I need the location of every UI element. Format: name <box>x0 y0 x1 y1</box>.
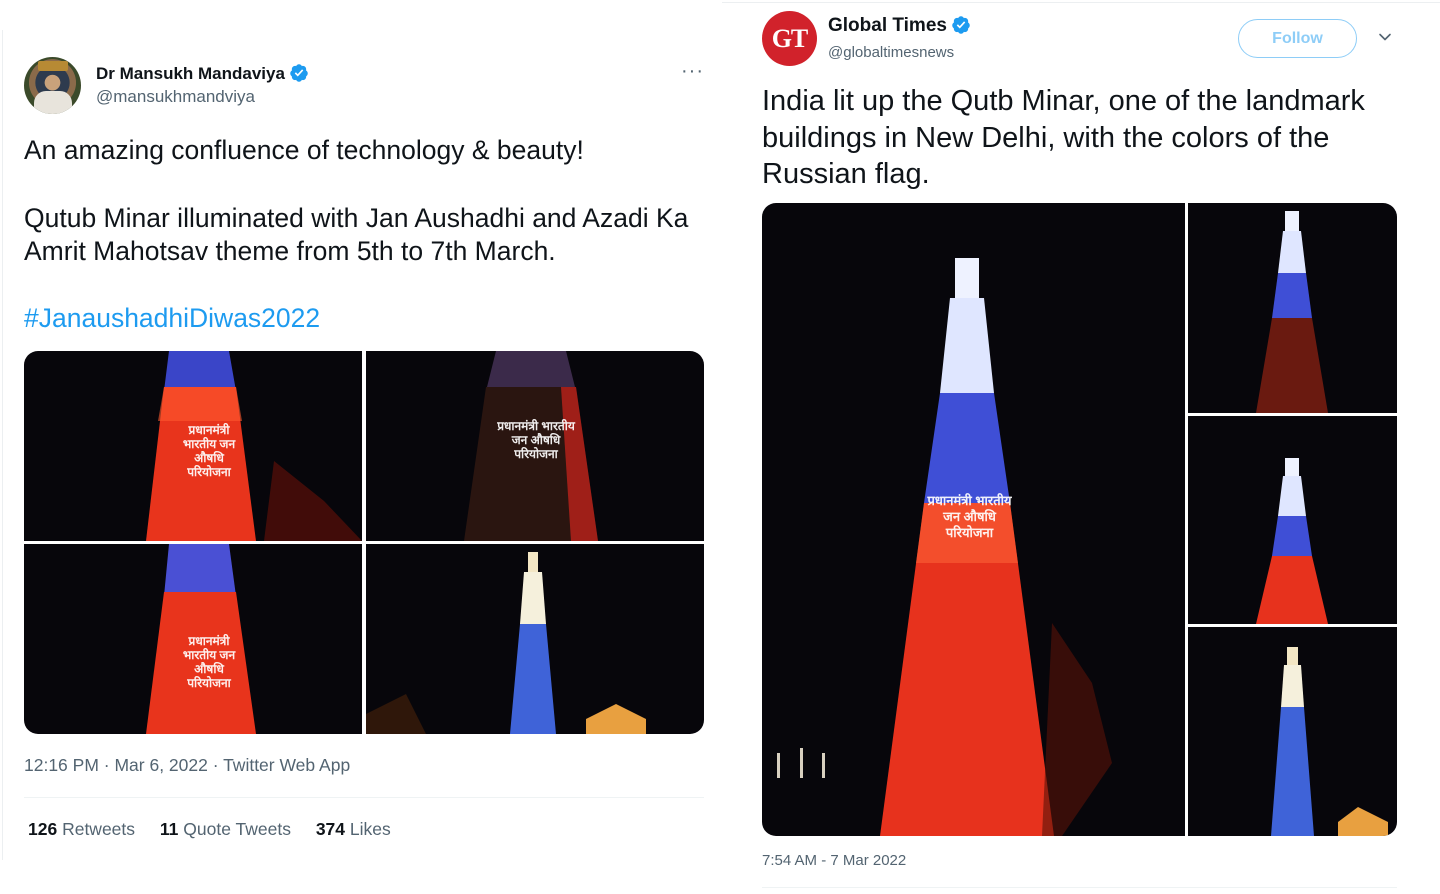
likes-count: 374 <box>315 819 346 839</box>
card-border <box>2 30 3 860</box>
projection-text-2: प्रधानमंत्री भारतीय जन औषधि परियोजना <box>497 419 575 461</box>
tweet-timestamp[interactable]: 12:16 PM · Mar 6, 2022 · Twitter Web App <box>24 755 350 776</box>
projection-text: प्रधानमंत्री भारतीय जन औषधि परियोजना <box>182 423 236 479</box>
retweets-stat[interactable]: 126 Retweets <box>28 819 135 839</box>
tweet-card-global-times: GT Global Times @globaltimesnews Follow … <box>722 0 1440 894</box>
tweet-card-mandaviya: Dr Mansukh Mandaviya @mansukhmandviya ··… <box>0 0 722 894</box>
media-photo-2[interactable]: प्रधानमंत्री भारतीय जन औषधि परियोजना <box>366 351 704 541</box>
follow-button[interactable]: Follow <box>1238 19 1357 58</box>
projection-text: प्रधानमंत्री भारतीय जन औषधि परियोजना <box>927 493 1012 540</box>
media-photo-3[interactable] <box>1188 416 1397 624</box>
projection-text-3: प्रधानमंत्री भारतीय जन औषधि परियोजना <box>182 634 236 690</box>
verified-badge-icon <box>952 16 970 34</box>
divider <box>762 887 1397 888</box>
verified-badge-icon <box>290 64 308 82</box>
tweet-text: India lit up the Qutb Minar, one of the … <box>762 85 1365 190</box>
tweet-text-paragraph: Qutub Minar illuminated with Jan Aushadh… <box>24 203 689 266</box>
media-photo-4[interactable] <box>1188 627 1397 836</box>
author-name[interactable]: Global Times <box>828 15 947 36</box>
media-photo-1[interactable]: प्रधानमंत्री भारतीय जन औषधि परियोजना <box>762 203 1185 836</box>
hashtag-link[interactable]: #JanaushadhiDiwas2022 <box>24 303 320 334</box>
likes-label: Likes <box>349 819 391 839</box>
qutb-minar-photo-small-1 <box>1256 211 1328 413</box>
media-photo-2[interactable] <box>1188 203 1397 413</box>
quote-tweets-stat[interactable]: 11 Quote Tweets <box>160 819 291 839</box>
tweet-timestamp[interactable]: 7:54 AM - 7 Mar 2022 <box>762 852 906 869</box>
quote-tweets-label: Quote Tweets <box>183 819 291 839</box>
media-photo-3[interactable]: प्रधानमंत्री भारतीय जन औषधि परियोजना <box>24 544 362 734</box>
avatar-gt-logo: GT <box>771 24 809 53</box>
tweet-text-line1: An amazing confluence of technology & be… <box>24 135 584 165</box>
media-grid: प्रधानमंत्री भारतीय जन औषधि परियोजना प्र… <box>24 351 704 734</box>
author-name-row[interactable]: Global Times <box>828 15 971 37</box>
chevron-down-icon[interactable] <box>1378 30 1392 44</box>
author-name[interactable]: Dr Mansukh Mandaviya <box>96 64 285 83</box>
avatar-nameplate <box>38 61 68 71</box>
avatar-gt[interactable]: GT <box>762 11 817 66</box>
divider <box>24 797 704 798</box>
qutub-minar-blue-photo <box>366 552 646 734</box>
avatar-figure <box>34 91 72 114</box>
quote-tweets-count: 11 <box>159 819 179 839</box>
media-photo-1[interactable]: प्रधानमंत्री भारतीय जन औषधि परियोजना <box>24 351 362 541</box>
tweet-stats: 126 Retweets 11 Quote Tweets 374 Likes <box>28 819 411 840</box>
retweets-count: 126 <box>28 819 58 839</box>
avatar[interactable] <box>24 57 81 114</box>
more-options-icon[interactable]: ··· <box>681 60 704 83</box>
qutb-minar-photo-small-3 <box>1271 647 1388 836</box>
qutb-minar-photo-small-2 <box>1256 458 1328 624</box>
author-handle[interactable]: @mansukhmandviya <box>96 87 255 107</box>
retweets-label: Retweets <box>62 819 136 839</box>
author-handle[interactable]: @globaltimesnews <box>828 44 954 61</box>
card-border <box>722 2 1440 3</box>
media-grid: प्रधानमंत्री भारतीय जन औषधि परियोजना <box>762 203 1397 836</box>
likes-stat[interactable]: 374 Likes <box>316 819 391 839</box>
media-photo-4[interactable] <box>366 544 704 734</box>
author-name-row[interactable]: Dr Mansukh Mandaviya <box>96 63 309 84</box>
